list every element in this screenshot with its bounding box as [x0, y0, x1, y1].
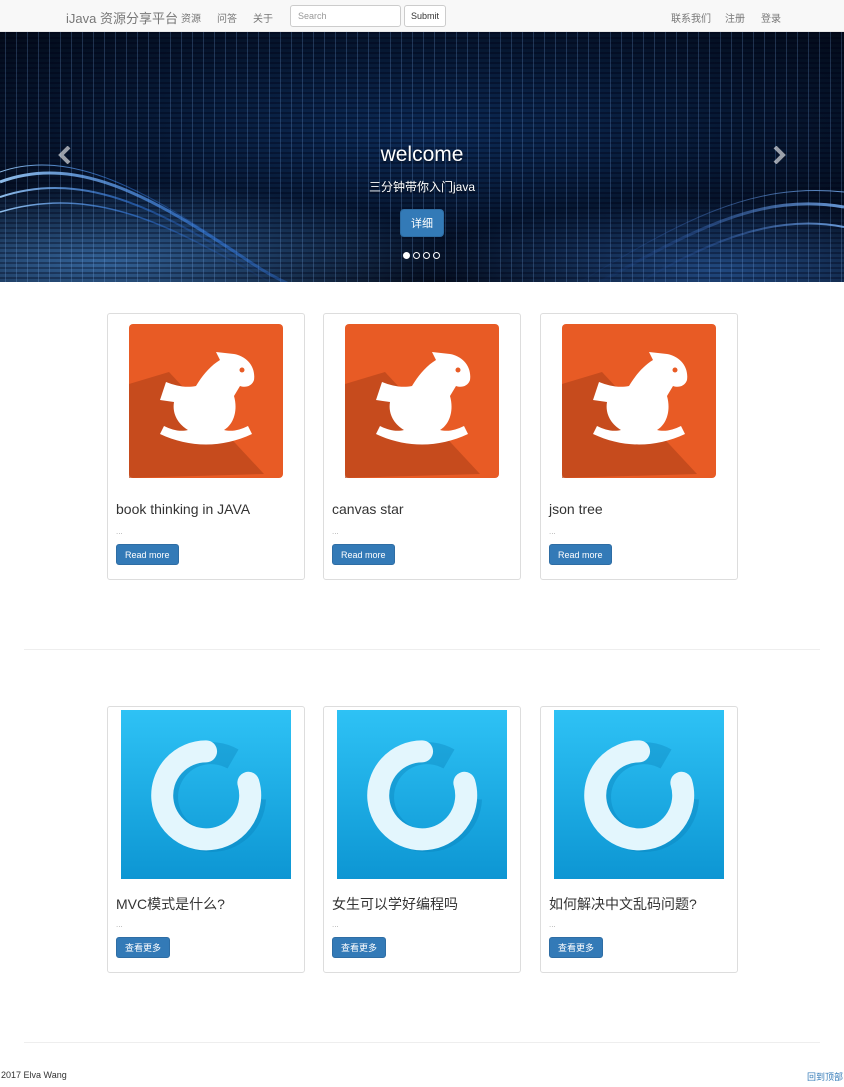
submit-button[interactable]: Submit	[404, 5, 446, 27]
card-title[interactable]: json tree	[549, 501, 603, 517]
card-excerpt: ...	[116, 527, 123, 536]
resource-card: canvas star ... Read more	[323, 313, 521, 580]
read-more-button[interactable]: Read more	[332, 544, 395, 565]
card-excerpt: ...	[549, 920, 556, 929]
nav-link-resources[interactable]: 资源	[181, 10, 201, 25]
carousel-indicator-2[interactable]	[413, 252, 420, 259]
nav-link-contact[interactable]: 联系我们	[671, 10, 711, 25]
rocking-horse-icon	[129, 324, 283, 478]
view-more-button[interactable]: 查看更多	[116, 937, 171, 958]
carousel-subtitle: 三分钟带你入门java	[368, 180, 475, 194]
nav-link-register[interactable]: 注册	[725, 10, 745, 25]
loading-ring-icon	[554, 710, 724, 879]
carousel-indicator-1[interactable]	[403, 252, 410, 259]
back-to-top-link[interactable]: 回到顶部	[807, 1070, 843, 1083]
brand-logo[interactable]: iJava 资源分享平台	[66, 8, 178, 27]
card-title[interactable]: canvas star	[332, 501, 404, 517]
footer-copyright: 2017 Elva Wang	[1, 1070, 67, 1080]
card-title[interactable]: book thinking in JAVA	[116, 501, 250, 517]
search-input[interactable]	[290, 5, 401, 27]
carousel-indicator-4[interactable]	[433, 252, 440, 259]
navbar: iJava 资源分享平台 资源 问答 关于 Submit 联系我们 注册 登录	[0, 0, 844, 32]
card-title[interactable]: 女生可以学好编程吗	[332, 894, 458, 914]
question-card: MVC模式是什么? ... 查看更多	[107, 706, 305, 973]
footer-divider	[24, 1042, 820, 1043]
nav-link-about[interactable]: 关于	[253, 10, 273, 25]
carousel-title: welcome	[380, 143, 464, 166]
card-excerpt: ...	[332, 920, 339, 929]
card-excerpt: ...	[549, 527, 556, 536]
card-excerpt: ...	[116, 920, 123, 929]
card-excerpt: ...	[332, 527, 339, 536]
question-card: 女生可以学好编程吗 ... 查看更多	[323, 706, 521, 973]
nav-link-qa[interactable]: 问答	[217, 10, 237, 25]
loading-ring-icon	[121, 710, 291, 879]
card-title[interactable]: MVC模式是什么?	[116, 894, 225, 914]
resource-card: book thinking in JAVA ... Read more	[107, 313, 305, 580]
carousel-detail-button[interactable]: 详细	[400, 209, 444, 237]
carousel-indicator-3[interactable]	[423, 252, 430, 259]
rocking-horse-icon	[562, 324, 716, 478]
carousel-indicators	[403, 252, 440, 260]
resource-card: json tree ... Read more	[540, 313, 738, 580]
section-divider	[24, 649, 820, 650]
nav-link-login[interactable]: 登录	[761, 10, 781, 25]
read-more-button[interactable]: Read more	[116, 544, 179, 565]
hero-carousel: welcome 三分钟带你入门java 详细	[0, 32, 844, 282]
loading-ring-icon	[337, 710, 507, 879]
rocking-horse-icon	[345, 324, 499, 478]
card-title[interactable]: 如何解决中文乱码问题?	[549, 894, 697, 914]
read-more-button[interactable]: Read more	[549, 544, 612, 565]
view-more-button[interactable]: 查看更多	[332, 937, 387, 958]
question-card: 如何解决中文乱码问题? ... 查看更多	[540, 706, 738, 973]
view-more-button[interactable]: 查看更多	[549, 937, 604, 958]
